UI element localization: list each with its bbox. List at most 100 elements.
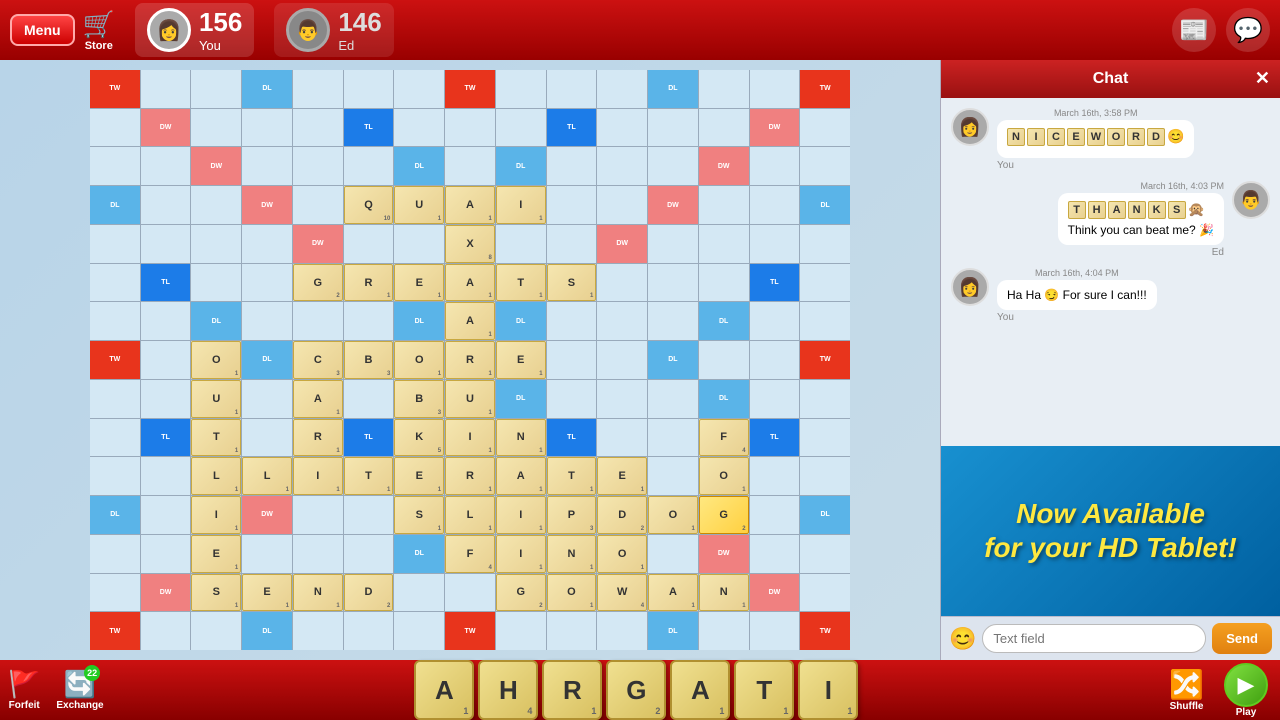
board-cell[interactable]: [344, 302, 394, 340]
shuffle-button[interactable]: 🔀 Shuffle: [1169, 668, 1204, 712]
board-cell[interactable]: DL: [394, 147, 444, 185]
board-cell[interactable]: A1: [496, 457, 546, 495]
board-cell[interactable]: O1: [191, 341, 241, 379]
board-cell[interactable]: S1: [547, 264, 597, 302]
board-cell[interactable]: [800, 147, 850, 185]
board-cell[interactable]: [344, 535, 394, 573]
board-cell[interactable]: [750, 225, 800, 263]
board-cell[interactable]: DL: [496, 302, 546, 340]
board-cell[interactable]: [750, 496, 800, 534]
board-cell[interactable]: TW: [90, 70, 140, 108]
board-cell[interactable]: TL: [750, 419, 800, 457]
board-cell[interactable]: TW: [800, 341, 850, 379]
board-cell[interactable]: E1: [496, 341, 546, 379]
board-cell[interactable]: TW: [90, 341, 140, 379]
board-cell[interactable]: DL: [496, 380, 546, 418]
board-cell[interactable]: DL: [699, 302, 749, 340]
board-cell[interactable]: [597, 186, 647, 224]
board-cell[interactable]: I1: [496, 186, 546, 224]
board-cell[interactable]: [90, 419, 140, 457]
board-cell[interactable]: [699, 109, 749, 147]
board-cell[interactable]: [90, 264, 140, 302]
board-cell[interactable]: [293, 535, 343, 573]
board-cell[interactable]: O1: [597, 535, 647, 573]
board-cell[interactable]: [547, 225, 597, 263]
board-cell[interactable]: DW: [750, 574, 800, 612]
board-cell[interactable]: [597, 341, 647, 379]
board-cell[interactable]: [800, 302, 850, 340]
board-cell[interactable]: [293, 147, 343, 185]
board-cell[interactable]: [90, 574, 140, 612]
board-cell[interactable]: I1: [293, 457, 343, 495]
board-cell[interactable]: [344, 380, 394, 418]
board-cell[interactable]: DW: [597, 225, 647, 263]
board-cell[interactable]: DL: [800, 496, 850, 534]
board-cell[interactable]: DL: [242, 341, 292, 379]
board-cell[interactable]: G2: [496, 574, 546, 612]
board-cell[interactable]: R1: [344, 264, 394, 302]
board-cell[interactable]: [496, 225, 546, 263]
board-cell[interactable]: O1: [648, 496, 698, 534]
board-cell[interactable]: [496, 70, 546, 108]
board-cell[interactable]: [293, 70, 343, 108]
board-cell[interactable]: D2: [597, 496, 647, 534]
board-cell[interactable]: [597, 264, 647, 302]
board-cell[interactable]: N1: [699, 574, 749, 612]
board-cell[interactable]: I1: [191, 496, 241, 534]
board-cell[interactable]: [90, 109, 140, 147]
board-cell[interactable]: [496, 109, 546, 147]
board-cell[interactable]: [597, 109, 647, 147]
board-cell[interactable]: [90, 380, 140, 418]
board-cell[interactable]: [141, 302, 191, 340]
board-cell[interactable]: [242, 147, 292, 185]
board-cell[interactable]: [547, 612, 597, 650]
board-cell[interactable]: A1: [293, 380, 343, 418]
board-cell[interactable]: L1: [242, 457, 292, 495]
board-cell[interactable]: [648, 225, 698, 263]
board-cell[interactable]: D2: [344, 574, 394, 612]
board-cell[interactable]: DL: [648, 341, 698, 379]
board-cell[interactable]: DW: [750, 109, 800, 147]
board-cell[interactable]: DL: [90, 496, 140, 534]
board-cell[interactable]: A1: [445, 302, 495, 340]
board-cell[interactable]: R1: [445, 341, 495, 379]
menu-button[interactable]: Menu: [10, 14, 75, 46]
board-cell[interactable]: [293, 186, 343, 224]
board-cell[interactable]: U1: [394, 186, 444, 224]
board-cell[interactable]: [800, 574, 850, 612]
board-cell[interactable]: [750, 302, 800, 340]
board-cell[interactable]: [242, 419, 292, 457]
board-cell[interactable]: [293, 496, 343, 534]
board-cell[interactable]: K5: [394, 419, 444, 457]
board-cell[interactable]: [648, 147, 698, 185]
board-cell[interactable]: [597, 419, 647, 457]
board-cell[interactable]: DL: [699, 380, 749, 418]
board-cell[interactable]: [445, 147, 495, 185]
board-cell[interactable]: TL: [547, 419, 597, 457]
board-cell[interactable]: [141, 147, 191, 185]
board-cell[interactable]: [242, 535, 292, 573]
board-cell[interactable]: T1: [191, 419, 241, 457]
board-cell[interactable]: T1: [344, 457, 394, 495]
board-cell[interactable]: A1: [445, 186, 495, 224]
chat-close-button[interactable]: ✕: [1255, 68, 1270, 89]
board-cell[interactable]: E1: [597, 457, 647, 495]
board-cell[interactable]: DL: [648, 70, 698, 108]
board-cell[interactable]: [750, 147, 800, 185]
board-cell[interactable]: [344, 612, 394, 650]
board-cell[interactable]: DL: [648, 612, 698, 650]
board-cell[interactable]: G2: [293, 264, 343, 302]
board-cell[interactable]: [800, 419, 850, 457]
board-cell[interactable]: [344, 225, 394, 263]
board-cell[interactable]: [597, 70, 647, 108]
board-cell[interactable]: [445, 574, 495, 612]
board-cell[interactable]: [344, 147, 394, 185]
board-cell[interactable]: DW: [648, 186, 698, 224]
board-cell[interactable]: TL: [547, 109, 597, 147]
board-cell[interactable]: A1: [445, 264, 495, 302]
board-cell[interactable]: [90, 457, 140, 495]
board-cell[interactable]: [293, 302, 343, 340]
board-cell[interactable]: [648, 302, 698, 340]
board-cell[interactable]: S1: [191, 574, 241, 612]
forfeit-button[interactable]: 🚩 Forfeit: [8, 669, 40, 711]
